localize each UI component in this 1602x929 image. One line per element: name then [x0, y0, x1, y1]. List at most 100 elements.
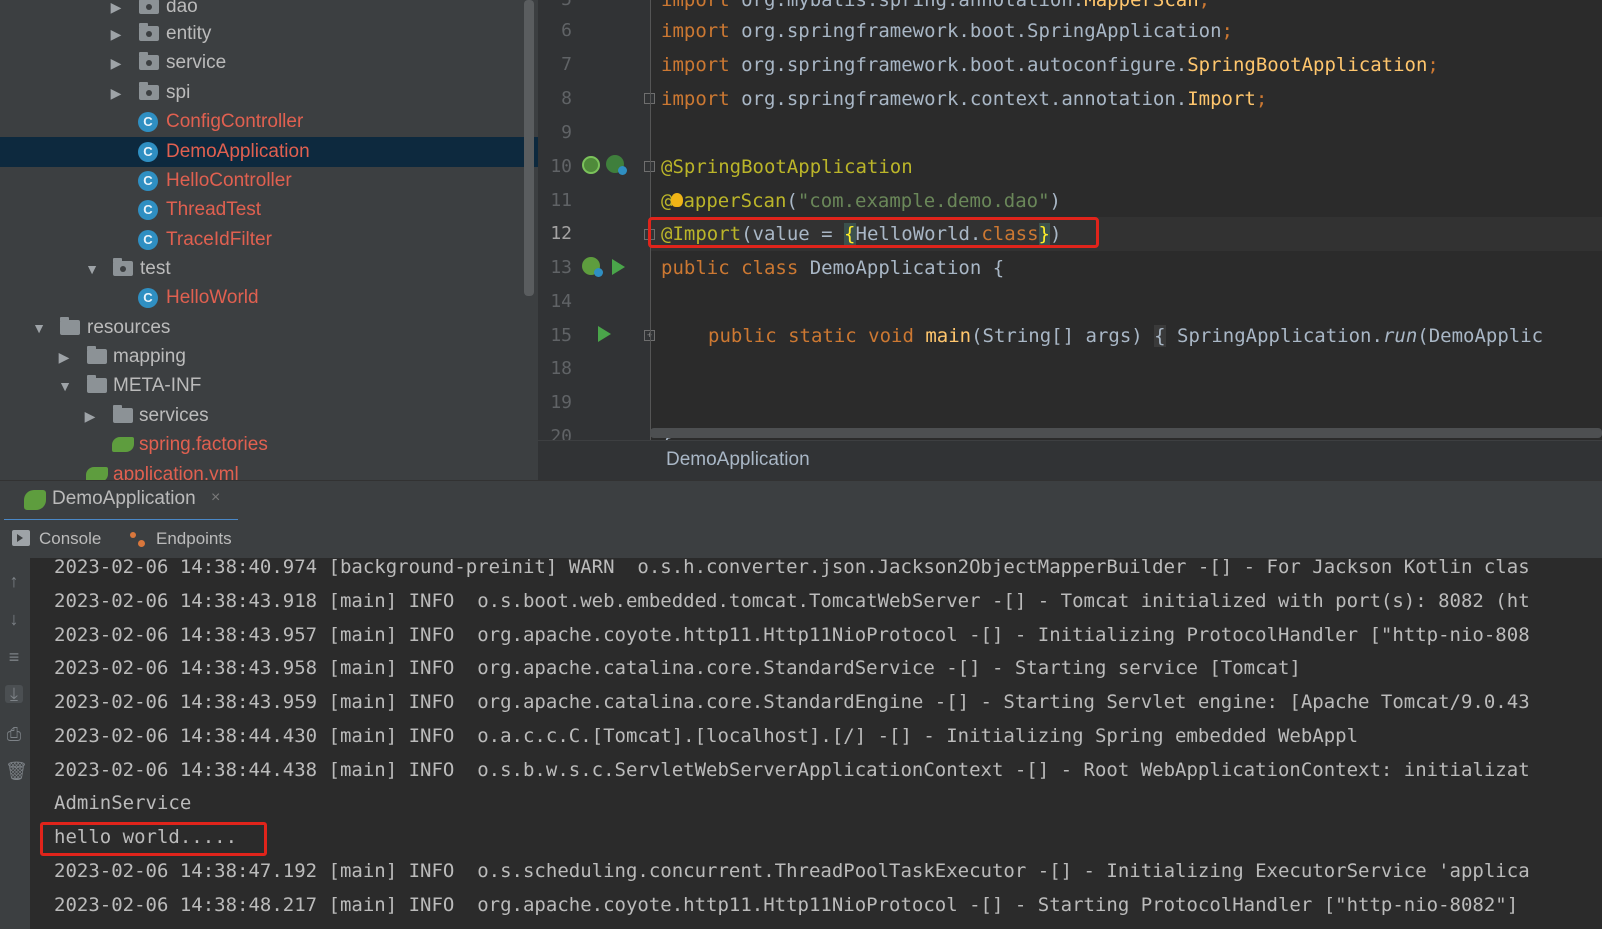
intention-bulb-icon[interactable]	[671, 193, 684, 207]
java-class-icon: C	[138, 171, 158, 191]
scroll-down-icon[interactable]: ↓	[5, 610, 23, 628]
tree-item-test[interactable]: ▼ test	[0, 254, 538, 284]
tree-item-label: TraceIdFilter	[166, 229, 272, 250]
trash-icon[interactable]: 🗑	[5, 762, 28, 780]
tree-item-label: service	[166, 52, 227, 73]
tree-item-label: spi	[166, 82, 191, 103]
tree-item-meta-inf[interactable]: ▼ META-INF	[0, 371, 538, 401]
tree-item-label: ThreadTest	[166, 199, 262, 220]
console-line: 2023-02-06 14:38:43.918 [main] INFO o.s.…	[54, 590, 1530, 612]
line-number: 9	[561, 122, 572, 143]
package-icon	[139, 82, 159, 100]
close-icon[interactable]: ×	[211, 489, 220, 507]
method-args: (String[] args)	[971, 325, 1155, 347]
expand-arrow-icon[interactable]: ▶	[56, 342, 72, 372]
editor-horizontal-scrollbar[interactable]	[650, 428, 1602, 438]
hello-world-highlight-box	[40, 822, 267, 856]
tree-item-configcontroller[interactable]: C ConfigController	[0, 107, 538, 137]
spring-boot-class-icon: C	[138, 142, 158, 162]
folded-brace[interactable]: {	[1154, 325, 1166, 347]
tree-item-label: entity	[166, 23, 212, 44]
line-number: 19	[550, 392, 572, 413]
project-tree[interactable]: ▶ dao ▶ entity ▶ service ▶ spi C ConfigC…	[0, 0, 538, 488]
run-class-icon[interactable]	[612, 259, 625, 275]
annotation: apperScan	[683, 190, 787, 212]
expand-arrow-icon[interactable]: ▶	[82, 401, 98, 431]
breadcrumb[interactable]: DemoApplication	[666, 449, 810, 471]
print-icon[interactable]: ⎙	[5, 725, 23, 743]
semicolon: ;	[1427, 54, 1439, 76]
package-icon	[139, 23, 159, 41]
tree-item-service[interactable]: ▶ service	[0, 48, 538, 78]
spring-boot-gutter-icon[interactable]	[606, 155, 627, 175]
tree-item-spring-factories[interactable]: spring.factories	[0, 430, 538, 460]
java-class-icon: C	[138, 230, 158, 250]
tree-item-label: resources	[87, 317, 171, 338]
run-main-icon[interactable]	[598, 326, 611, 342]
semicolon: ;	[1255, 88, 1268, 110]
line-number: 7	[561, 54, 572, 75]
folder-icon	[87, 375, 107, 393]
tree-item-services[interactable]: ▶ services	[0, 401, 538, 431]
tree-item-traceidfilter[interactable]: C TraceIdFilter	[0, 225, 538, 255]
console-toolbar: ↑ ↓ ≡ ⤓ ⎙ 🗑	[0, 558, 30, 929]
resources-folder-icon	[60, 317, 80, 335]
code-line-11[interactable]: @ apperScan("com.example.demo.dao")	[661, 184, 1061, 218]
spring-boot-run-icon[interactable]	[582, 257, 603, 277]
code-line-6[interactable]: import org.springframework.boot.SpringAp…	[661, 14, 1233, 48]
folded-body-rest: (DemoApplic	[1417, 325, 1544, 347]
keyword: public static void	[708, 325, 914, 347]
expand-arrow-icon[interactable]: ▶	[108, 48, 124, 78]
package-path: org.springframework.boot.SpringApplicati…	[729, 20, 1222, 42]
tree-item-helloworld[interactable]: C HelloWorld	[0, 283, 538, 313]
editor-gutter: 5 6 7 8 9 10 11 12 13 14 15 18 19 20 +	[538, 0, 655, 447]
string-literal: "com.example.demo.dao"	[797, 190, 1050, 212]
tree-item-label: DemoApplication	[166, 141, 310, 162]
console-line: AdminService	[54, 792, 192, 814]
package-path: org.springframework.boot.autoconfigure.	[729, 54, 1188, 76]
keyword: import	[661, 88, 730, 110]
tree-item-mapping[interactable]: ▶ mapping	[0, 342, 538, 372]
keyword: import	[661, 0, 730, 11]
scroll-to-end-icon[interactable]: ⤓	[5, 685, 23, 703]
class-ref: SpringBootApplication	[1187, 54, 1428, 76]
package-icon	[139, 0, 159, 14]
class-ref: Import	[1187, 88, 1256, 110]
tree-item-hellocontroller[interactable]: C HelloController	[0, 166, 538, 196]
soft-wrap-icon[interactable]: ≡	[5, 648, 23, 666]
tree-item-label: ConfigController	[166, 111, 304, 132]
tree-item-threadtest[interactable]: C ThreadTest	[0, 195, 538, 225]
expand-arrow-icon[interactable]: ▶	[108, 78, 124, 108]
console-output[interactable]: 2023-02-06 14:38:40.974 [background-prei…	[30, 558, 1602, 929]
scroll-up-icon[interactable]: ↑	[5, 572, 23, 590]
semicolon: ;	[1221, 20, 1233, 42]
code-line-15[interactable]: public static void main(String[] args) {…	[708, 319, 1543, 353]
code-line-8[interactable]: import org.springframework.context.annot…	[661, 82, 1267, 116]
expand-arrow-icon[interactable]: ▶	[108, 19, 124, 49]
run-tab-label: DemoApplication	[52, 488, 196, 509]
code-line-10[interactable]: @SpringBootApplication	[661, 150, 913, 184]
tree-item-resources[interactable]: ▼ resources	[0, 313, 538, 343]
collapse-arrow-icon[interactable]: ▼	[57, 371, 73, 401]
line-number: 10	[550, 156, 572, 177]
line-number: 18	[550, 358, 572, 379]
console-line: 2023-02-06 14:38:44.430 [main] INFO o.a.…	[54, 725, 1359, 747]
code-line-7[interactable]: import org.springframework.boot.autoconf…	[661, 48, 1439, 82]
collapse-arrow-icon[interactable]: ▼	[31, 313, 47, 343]
spring-bean-icon[interactable]	[582, 156, 600, 174]
tree-item-label: HelloWorld	[166, 287, 259, 308]
console-line: 2023-02-06 14:38:40.974 [background-prei…	[54, 558, 1530, 578]
tree-item-entity[interactable]: ▶ entity	[0, 19, 538, 49]
import-annotation-highlight-box	[648, 217, 1099, 248]
line-number: 11	[550, 190, 572, 211]
code-line-13[interactable]: public class DemoApplication {	[661, 251, 1004, 285]
collapse-arrow-icon[interactable]: ▼	[84, 254, 100, 284]
class-declaration: DemoApplication {	[798, 257, 1005, 279]
tree-item-spi[interactable]: ▶ spi	[0, 78, 538, 108]
run-tab-demoapplication[interactable]: DemoApplication ×	[4, 481, 238, 523]
annotation: @SpringBootApplication	[661, 156, 913, 178]
tree-item-label: META-INF	[113, 375, 202, 396]
tree-scrollbar[interactable]	[524, 0, 534, 296]
tree-item-demoapplication[interactable]: C DemoApplication	[0, 137, 538, 167]
tab-console-label: Console	[39, 529, 102, 548]
